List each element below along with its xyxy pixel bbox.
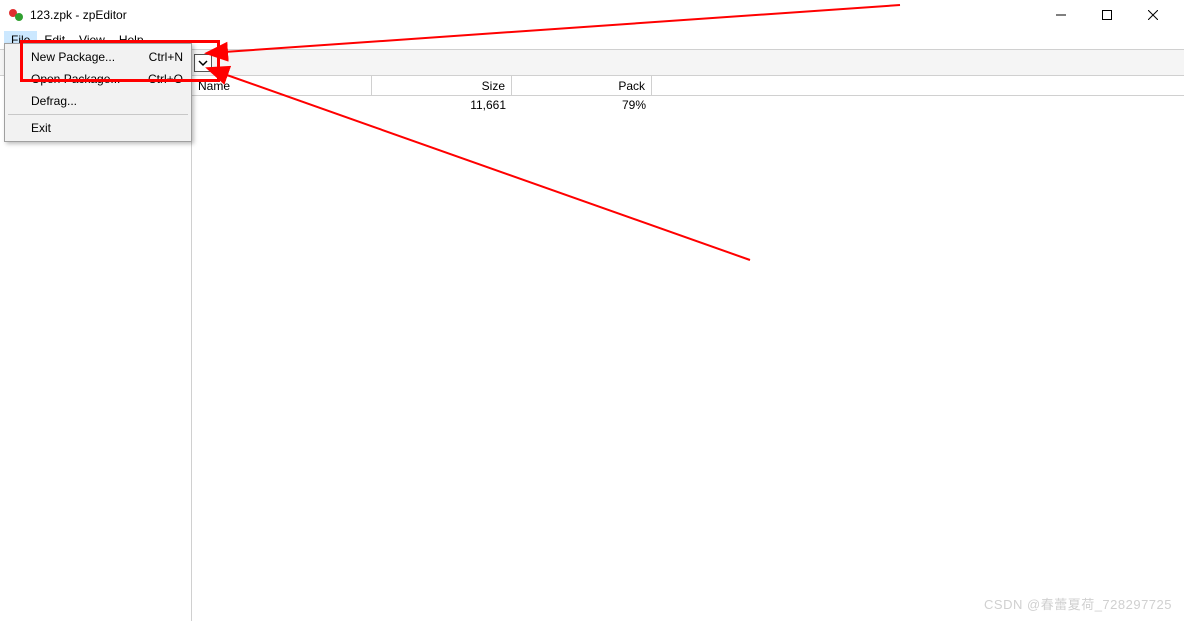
client-area: router store views Name Size Pack 11,661… (0, 76, 1184, 621)
tree-pane[interactable]: router store views (0, 76, 192, 621)
toolbar-dropdown-icon[interactable] (194, 54, 212, 72)
watermark: CSDN @春蕾夏荷_728297725 (984, 594, 1172, 613)
menu-item-label: Defrag... (31, 94, 77, 108)
menu-separator (8, 114, 188, 115)
app-icon (8, 7, 24, 23)
list-body[interactable]: 11,661 79% (192, 96, 1184, 621)
window-buttons (1038, 0, 1176, 30)
maximize-button[interactable] (1084, 0, 1130, 30)
col-header-name[interactable]: Name (192, 76, 372, 95)
list-header: Name Size Pack (192, 76, 1184, 96)
window-title: 123.zpk - zpEditor (30, 8, 127, 22)
menu-item-defrag[interactable]: Defrag... (7, 90, 189, 112)
menu-item-open-package[interactable]: Open Package... Ctrl+O (7, 68, 189, 90)
col-header-pack[interactable]: Pack (512, 76, 652, 95)
titlebar: 123.zpk - zpEditor (0, 0, 1184, 30)
menu-item-shortcut: Ctrl+O (148, 72, 183, 86)
menu-item-new-package[interactable]: New Package... Ctrl+N (7, 46, 189, 68)
minimize-button[interactable] (1038, 0, 1084, 30)
menu-item-shortcut: Ctrl+N (149, 50, 183, 64)
cell-pack: 79% (512, 96, 652, 114)
close-button[interactable] (1130, 0, 1176, 30)
cell-size: 11,661 (372, 96, 512, 114)
file-menu-dropdown: New Package... Ctrl+N Open Package... Ct… (4, 43, 192, 142)
col-header-size[interactable]: Size (372, 76, 512, 95)
cell-name (192, 96, 372, 114)
menu-item-exit[interactable]: Exit (7, 117, 189, 139)
list-pane: Name Size Pack 11,661 79% (192, 76, 1184, 621)
menu-item-label: Open Package... (31, 72, 120, 86)
menu-item-label: New Package... (31, 50, 115, 64)
list-row[interactable]: 11,661 79% (192, 96, 1184, 114)
menu-item-label: Exit (31, 121, 51, 135)
